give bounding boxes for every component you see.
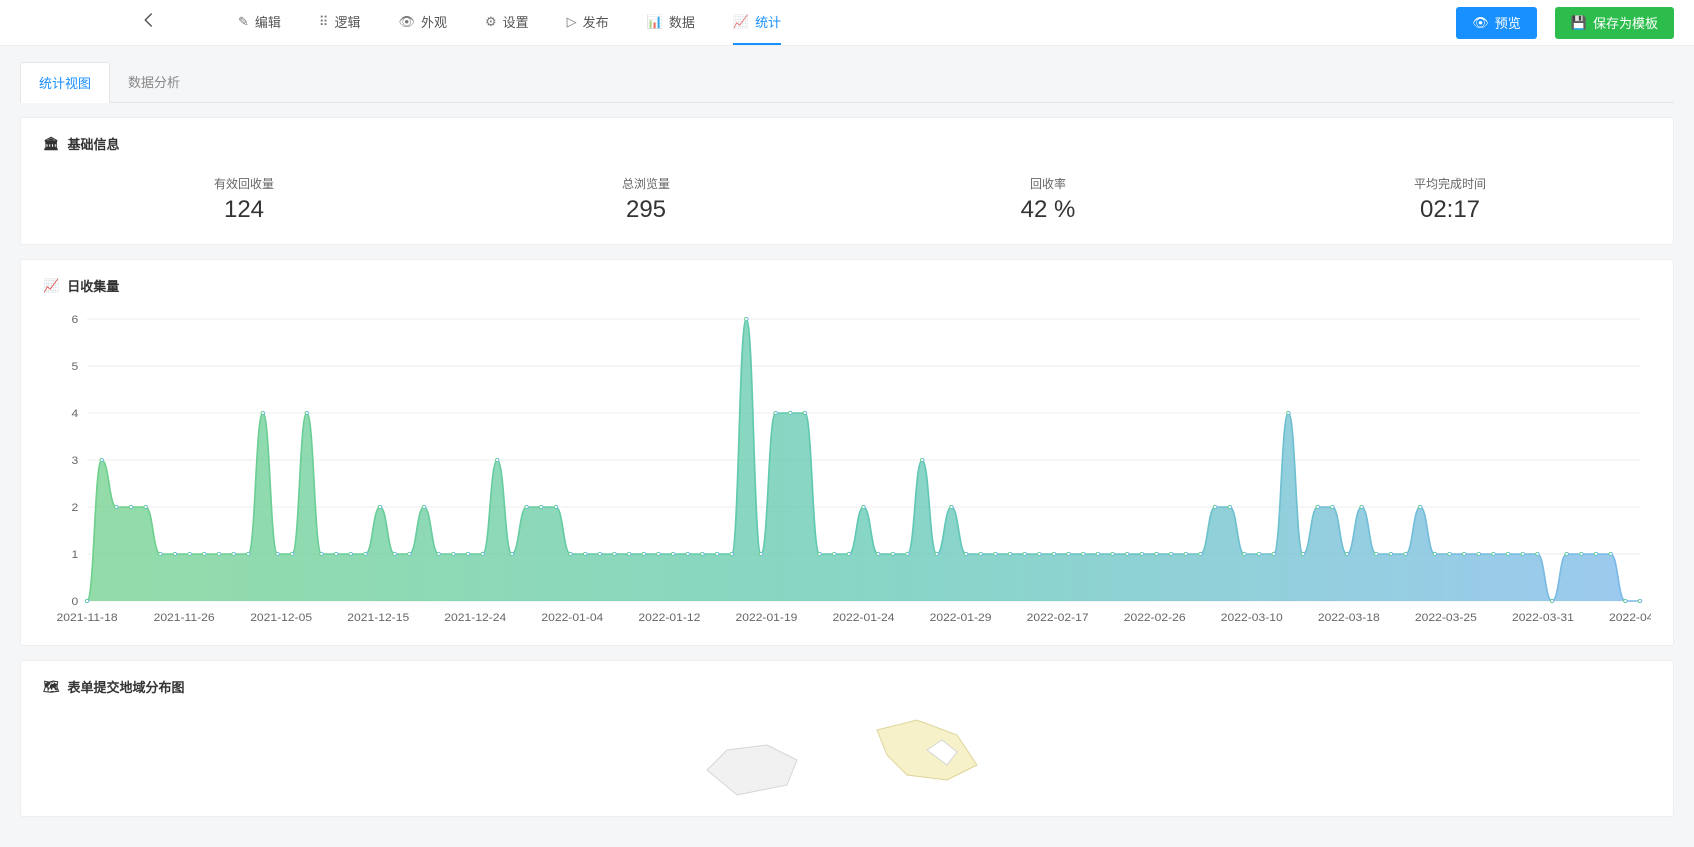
save-icon: 💾 xyxy=(1571,15,1587,31)
svg-text:2021-12-05: 2021-12-05 xyxy=(250,612,312,623)
sub-tab-0[interactable]: 统计视图 xyxy=(20,62,110,103)
tab-statistics[interactable]: 📈 统计 xyxy=(733,0,781,45)
tab-settings-label: 设置 xyxy=(503,12,529,31)
map-icon: 🗺 xyxy=(43,679,60,695)
stat-value-1: 295 xyxy=(445,196,847,224)
tab-logic[interactable]: ⠿ 逻辑 xyxy=(319,0,361,45)
arrow-left-icon xyxy=(140,11,158,29)
svg-text:2: 2 xyxy=(72,502,79,513)
stat-label-0: 有效回收量 xyxy=(43,175,445,192)
svg-text:0: 0 xyxy=(72,596,79,607)
sub-tabs: 统计视图数据分析 xyxy=(20,62,1674,103)
nav-tabs: ✎ 编辑 ⠿ 逻辑 👁 外观 ⚙ 设置 ▷ 发布 📊 数据 📈 统计 xyxy=(238,0,781,45)
basic-info-title-row: 🏛 基础信息 xyxy=(43,134,1651,153)
daily-chart-svg: 0 1 2 3 4 5 6 2021-11-18 2021-11-26 2021-12-05 202… xyxy=(43,309,1651,629)
svg-text:2022-01-24: 2022-01-24 xyxy=(833,612,896,623)
map-title: 表单提交地域分布图 xyxy=(68,677,185,696)
tab-appearance-icon: 👁 xyxy=(398,14,415,30)
content-region: 统计视图数据分析 🏛 基础信息 有效回收量124总浏览量295回收率42 %平均… xyxy=(0,46,1694,847)
tab-publish-icon: ▷ xyxy=(567,14,577,30)
svg-text:2022-04-08: 2022-04-08 xyxy=(1609,612,1651,623)
tab-appearance-label: 外观 xyxy=(421,12,447,31)
svg-text:3: 3 xyxy=(72,455,79,466)
svg-text:4: 4 xyxy=(72,408,79,419)
svg-text:2022-01-12: 2022-01-12 xyxy=(638,612,700,623)
svg-text:2022-03-18: 2022-03-18 xyxy=(1318,612,1380,623)
back-button[interactable] xyxy=(140,11,158,34)
save-template-button[interactable]: 💾 保存为模板 xyxy=(1555,7,1674,39)
map-placeholder xyxy=(43,710,1651,800)
preview-button[interactable]: 👁 预览 xyxy=(1456,7,1537,39)
tab-publish[interactable]: ▷ 发布 xyxy=(567,0,609,45)
daily-chart-card: 📈 日收集量 0 1 2 3 4 5 6 2021-11-18 2021-11-26 2021-1… xyxy=(20,259,1674,646)
stat-value-2: 42 % xyxy=(847,196,1249,224)
svg-text:2022-02-26: 2022-02-26 xyxy=(1124,612,1186,623)
daily-chart: 0 1 2 3 4 5 6 2021-11-18 2021-11-26 2021-12-05 202… xyxy=(43,309,1651,629)
svg-text:2021-11-18: 2021-11-18 xyxy=(57,612,118,623)
stat-label-1: 总浏览量 xyxy=(445,175,847,192)
svg-text:2022-01-04: 2022-01-04 xyxy=(541,612,604,623)
stats-row: 有效回收量 124总浏览量 295回收率 42 %平均完成时间 02:17 xyxy=(43,167,1651,228)
top-actions: 👁 预览 💾 保存为模板 xyxy=(1456,7,1674,39)
map-title-row: 🗺 表单提交地域分布图 xyxy=(43,677,1651,696)
top-bar: ✎ 编辑 ⠿ 逻辑 👁 外观 ⚙ 设置 ▷ 发布 📊 数据 📈 统计 👁 预览 💾 保存为模板 xyxy=(0,0,1694,46)
tab-settings[interactable]: ⚙ 设置 xyxy=(485,0,529,45)
tab-edit-icon: ✎ xyxy=(238,14,249,30)
stat-2: 回收率 42 % xyxy=(847,175,1249,224)
map-card: 🗺 表单提交地域分布图 xyxy=(20,660,1674,817)
preview-label: 预览 xyxy=(1495,13,1521,32)
svg-text:2022-01-19: 2022-01-19 xyxy=(735,612,797,623)
tab-data-icon: 📊 xyxy=(647,14,663,30)
svg-text:2022-02-17: 2022-02-17 xyxy=(1027,612,1089,623)
svg-text:2021-12-24: 2021-12-24 xyxy=(444,612,507,623)
china-map-partial-icon xyxy=(677,710,1017,800)
tab-logic-label: 逻辑 xyxy=(334,12,360,31)
eye-icon: 👁 xyxy=(1472,15,1489,31)
stat-value-3: 02:17 xyxy=(1249,196,1651,224)
stat-value-0: 124 xyxy=(43,196,445,224)
daily-chart-title: 日收集量 xyxy=(67,276,119,295)
tab-publish-label: 发布 xyxy=(583,12,609,31)
svg-text:2022-01-29: 2022-01-29 xyxy=(930,612,992,623)
svg-text:2022-03-31: 2022-03-31 xyxy=(1512,612,1574,623)
tab-logic-icon: ⠿ xyxy=(319,14,329,30)
tab-statistics-icon: 📈 xyxy=(733,14,749,30)
svg-text:6: 6 xyxy=(72,314,79,325)
stat-0: 有效回收量 124 xyxy=(43,175,445,224)
svg-text:2021-12-15: 2021-12-15 xyxy=(347,612,409,623)
svg-text:2022-03-10: 2022-03-10 xyxy=(1221,612,1283,623)
stat-label-2: 回收率 xyxy=(847,175,1249,192)
stat-3: 平均完成时间 02:17 xyxy=(1249,175,1651,224)
stat-1: 总浏览量 295 xyxy=(445,175,847,224)
tab-appearance[interactable]: 👁 外观 xyxy=(398,0,447,45)
svg-text:2021-11-26: 2021-11-26 xyxy=(154,612,215,623)
save-template-label: 保存为模板 xyxy=(1593,13,1658,32)
svg-text:1: 1 xyxy=(72,549,79,560)
tab-statistics-label: 统计 xyxy=(755,12,781,31)
tab-edit[interactable]: ✎ 编辑 xyxy=(238,0,281,45)
tab-data-label: 数据 xyxy=(669,12,695,31)
line-chart-icon: 📈 xyxy=(43,278,59,294)
basic-info-title: 基础信息 xyxy=(68,134,120,153)
tab-data[interactable]: 📊 数据 xyxy=(647,0,695,45)
svg-text:5: 5 xyxy=(72,361,79,372)
tab-edit-label: 编辑 xyxy=(255,12,281,31)
sub-tab-1[interactable]: 数据分析 xyxy=(110,62,198,102)
stat-label-3: 平均完成时间 xyxy=(1249,175,1651,192)
basic-info-card: 🏛 基础信息 有效回收量 124总浏览量 295回收率 42 %平均完成时间 02:17 xyxy=(20,117,1674,245)
bank-icon: 🏛 xyxy=(43,136,60,152)
tab-settings-icon: ⚙ xyxy=(485,14,497,30)
daily-chart-title-row: 📈 日收集量 xyxy=(43,276,1651,295)
svg-text:2022-03-25: 2022-03-25 xyxy=(1415,612,1477,623)
